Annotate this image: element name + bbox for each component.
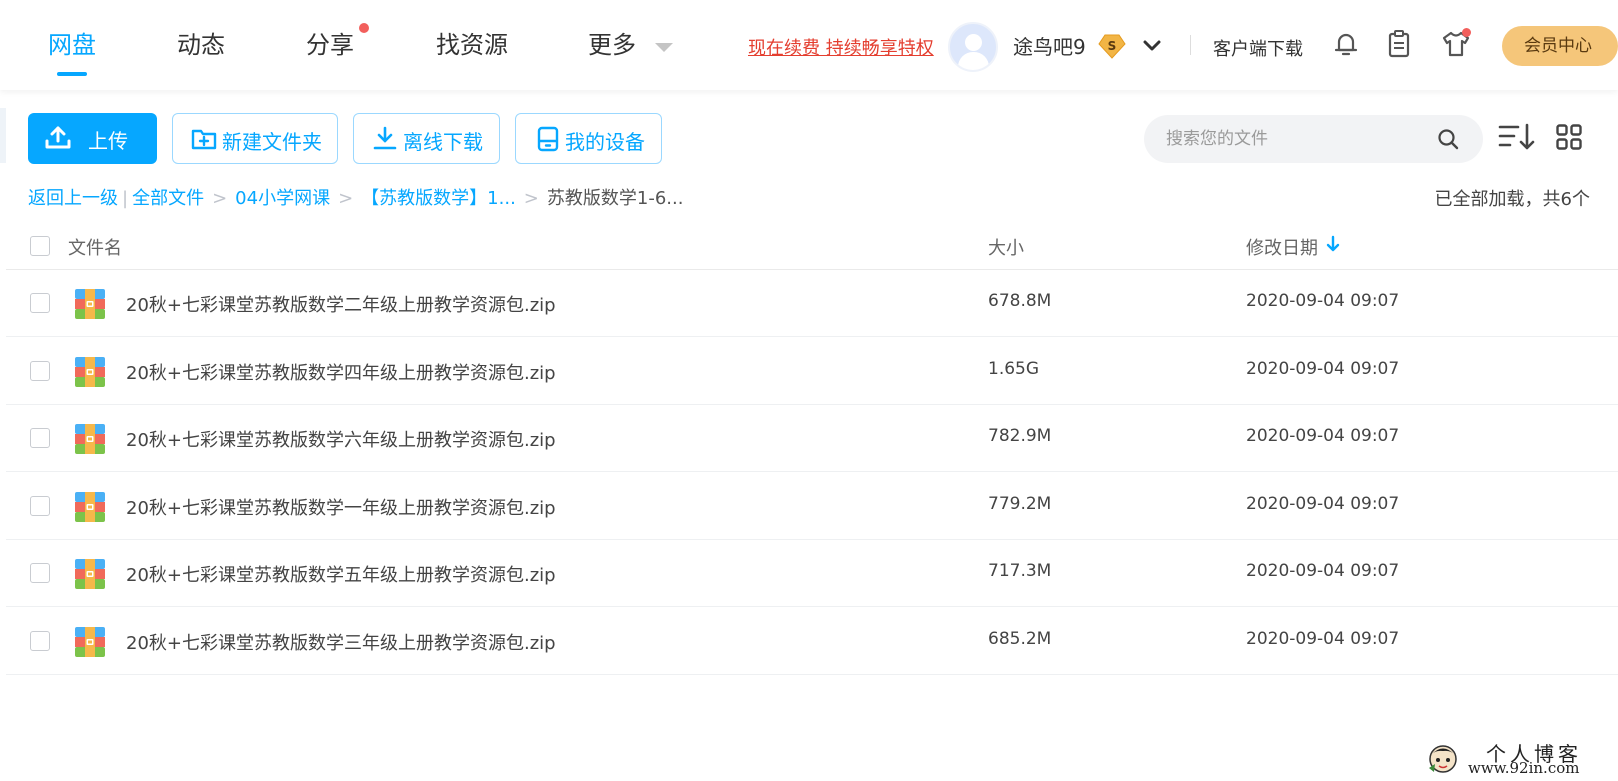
file-row[interactable]: 20秋+七彩课堂苏教版数学一年级上册教学资源包.zip 779.2M 2020-09… — [6, 473, 1618, 540]
nav-tab-fenxiang[interactable]: 分享 — [306, 28, 354, 62]
upload-button[interactable]: 上传 — [28, 113, 157, 164]
member-center-button[interactable]: 会员中心 — [1502, 26, 1618, 66]
column-header-name[interactable]: 文件名 — [68, 234, 122, 260]
file-date: 2020-09-04 09:07 — [1246, 493, 1400, 514]
search-box — [1144, 115, 1483, 163]
upload-label: 上传 — [88, 129, 128, 153]
file-date: 2020-09-04 09:07 — [1246, 358, 1400, 379]
file-row[interactable]: 20秋+七彩课堂苏教版数学二年级上册教学资源包.zip 678.8M 2020-09… — [6, 270, 1618, 337]
file-row[interactable]: 20秋+七彩课堂苏教版数学五年级上册教学资源包.zip 717.3M 2020-09… — [6, 540, 1618, 607]
breadcrumb-bar: | — [122, 188, 129, 209]
username[interactable]: 途鸟吧9 — [1013, 31, 1086, 60]
select-all-checkbox[interactable] — [30, 236, 50, 256]
breadcrumb-item-course[interactable]: 04小学网课 — [235, 184, 330, 210]
device-icon — [537, 126, 559, 152]
zip-archive-icon — [75, 424, 105, 454]
file-table-header: 文件名 大小 修改日期 — [6, 222, 1618, 270]
file-row[interactable]: 20秋+七彩课堂苏教版数学三年级上册教学资源包.zip 685.2M 2020-09… — [6, 608, 1618, 675]
nav-tab-gengduo[interactable]: 更多 — [588, 28, 636, 62]
nav-tab-dongtai[interactable]: 动态 — [177, 28, 225, 62]
client-download-link[interactable]: 客户端下载 — [1213, 35, 1303, 61]
svip-badge-icon: S — [1098, 34, 1126, 59]
zip-archive-icon — [75, 559, 105, 589]
file-size: 782.9M — [988, 426, 1052, 446]
zip-archive-icon — [75, 491, 105, 522]
upload-icon — [45, 126, 71, 149]
file-size: 678.8M — [988, 291, 1052, 311]
bell-icon[interactable] — [1330, 28, 1362, 60]
offline-download-button[interactable]: 离线下载 — [353, 113, 500, 164]
file-size: 685.2M — [988, 628, 1052, 649]
nav-tab-zhaoziyuan[interactable]: 找资源 — [436, 28, 508, 62]
file-date: 2020-09-04 09:07 — [1246, 628, 1400, 649]
zip-archive-icon — [75, 626, 105, 657]
breadcrumb-separator: > — [212, 188, 228, 209]
watermark-mascot-icon — [1429, 745, 1457, 773]
load-status-text: 已全部加载，共6个 — [1434, 189, 1590, 210]
top-nav-bar: 网盘 动态 分享 找资源 更多 现在续费 持续畅享特权 途鸟吧9 S 客户端下载… — [0, 0, 1618, 90]
download-icon — [373, 126, 397, 150]
file-name[interactable]: 20秋+七彩课堂苏教版数学二年级上册教学资源包.zip — [126, 291, 556, 317]
nav-tab-wangpan[interactable]: 网盘 — [48, 28, 96, 62]
search-input[interactable] — [1166, 125, 1436, 153]
more-dropdown-icon[interactable] — [655, 43, 673, 52]
sidebar-edge — [0, 108, 6, 163]
header-divider — [1190, 35, 1191, 55]
row-checkbox[interactable] — [30, 360, 50, 381]
clipboard-icon[interactable] — [1383, 28, 1415, 60]
row-checkbox[interactable] — [30, 563, 50, 583]
breadcrumb-back[interactable]: 返回上一级 — [28, 184, 118, 210]
file-size: 779.2M — [988, 493, 1052, 514]
user-menu-chevron-icon[interactable] — [1140, 34, 1164, 58]
zip-archive-icon — [75, 289, 105, 319]
file-name[interactable]: 20秋+七彩课堂苏教版数学六年级上册教学资源包.zip — [126, 426, 556, 452]
file-row[interactable]: 20秋+七彩课堂苏教版数学四年级上册教学资源包.zip 1.65G 2020-09-… — [6, 338, 1618, 405]
skin-notification-dot — [1462, 28, 1471, 37]
column-header-date[interactable]: 修改日期 — [1246, 234, 1318, 260]
file-name[interactable]: 20秋+七彩课堂苏教版数学三年级上册教学资源包.zip — [126, 629, 556, 655]
breadcrumb-separator: > — [523, 188, 539, 209]
row-checkbox[interactable] — [30, 428, 50, 448]
search-icon[interactable] — [1436, 127, 1460, 151]
file-date: 2020-09-04 09:07 — [1246, 561, 1400, 581]
breadcrumb-item-math[interactable]: 【苏教版数学】1... — [361, 184, 516, 210]
watermark-url: www.92in.com — [1468, 759, 1580, 777]
column-header-size[interactable]: 大小 — [988, 234, 1024, 260]
row-checkbox[interactable] — [30, 293, 50, 313]
breadcrumb-item-all-files[interactable]: 全部文件 — [132, 184, 204, 210]
file-size: 717.3M — [988, 561, 1052, 581]
file-name[interactable]: 20秋+七彩课堂苏教版数学五年级上册教学资源包.zip — [126, 561, 556, 587]
new-folder-label: 新建文件夹 — [222, 130, 322, 154]
breadcrumb-current: 苏教版数学1-6... — [546, 188, 684, 209]
my-devices-label: 我的设备 — [565, 130, 645, 154]
new-folder-icon — [191, 129, 217, 150]
breadcrumb: 返回上一级 | 全部文件 >04小学网课 > 【苏教版数学】1... > 苏教版数学1-6..… — [28, 184, 683, 210]
renew-vip-link[interactable]: 现在续费 持续畅享特权 — [748, 34, 934, 60]
file-date: 2020-09-04 09:07 — [1246, 291, 1400, 311]
file-name[interactable]: 20秋+七彩课堂苏教版数学一年级上册教学资源包.zip — [126, 494, 556, 520]
file-date: 2020-09-04 09:07 — [1246, 426, 1400, 446]
row-checkbox[interactable] — [30, 495, 50, 516]
blog-watermark: 个人博客 www.92in.com — [1426, 738, 1616, 778]
file-size: 1.65G — [988, 358, 1040, 379]
row-checkbox[interactable] — [30, 630, 50, 651]
active-tab-indicator — [57, 72, 87, 76]
file-name[interactable]: 20秋+七彩课堂苏教版数学四年级上册教学资源包.zip — [126, 359, 556, 385]
new-folder-button[interactable]: 新建文件夹 — [172, 113, 338, 164]
sort-desc-arrow-icon[interactable] — [1326, 235, 1340, 253]
sort-icon[interactable] — [1498, 122, 1536, 152]
user-avatar[interactable] — [948, 22, 998, 72]
grid-view-icon[interactable] — [1556, 124, 1582, 150]
my-devices-button[interactable]: 我的设备 — [515, 113, 662, 164]
file-row[interactable]: 20秋+七彩课堂苏教版数学六年级上册教学资源包.zip 782.9M 2020-09… — [6, 405, 1618, 472]
share-notification-dot — [359, 23, 369, 33]
svg-text:S: S — [1108, 39, 1117, 53]
offline-download-label: 离线下载 — [403, 130, 483, 154]
zip-archive-icon — [75, 356, 105, 387]
breadcrumb-separator: > — [338, 188, 354, 209]
